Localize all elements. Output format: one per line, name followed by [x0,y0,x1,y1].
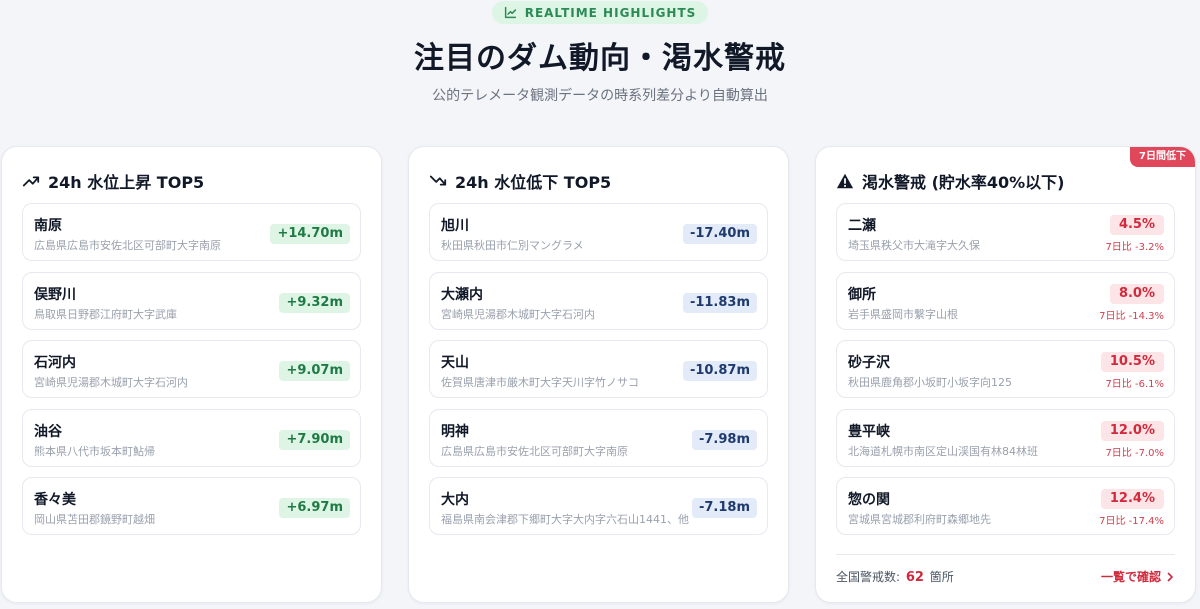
level-change-badge: -10.87m [682,361,757,381]
drought-item[interactable]: 砂子沢 秋田県鹿角郡小坂町小坂字向125 10.5% 7日比 -6.1% [836,340,1175,398]
dam-name: 南原 [34,218,62,234]
rise-item[interactable]: 南原 広島県広島市安佐北区可部町大字南原 +14.70m [22,203,361,261]
drought-item[interactable]: 御所 岩手県盛岡市繋字山根 8.0% 7日比 -14.3% [836,271,1175,330]
drought-footer: 全国警戒数: 62 箇所 一覧で確認 [836,554,1175,585]
level-change-badge: +9.07m [279,361,350,381]
level-change-badge: -11.83m [682,292,757,313]
level-change-badge: -7.18m [691,498,757,518]
dam-name: 大瀬内 [441,286,483,303]
view-list-label: 一覧で確認 [1100,570,1161,584]
dam-name: 俣野川 [34,286,76,303]
level-change-badge: +7.90m [279,429,350,450]
drought-item[interactable]: 惣の関 宮城県宮城郡利府町森郷地先 12.4% 7日比 -17.4% [836,477,1175,535]
trending-up-icon [22,176,40,187]
alert-count-suffix: 箇所 [929,570,954,584]
seven-day-change: 7日比 -7.0% [1105,447,1164,459]
fall-card: 24h 水位低下 TOP5 旭川 秋田県秋田市仁別マングラメ -17.40m 大… [408,146,789,603]
dam-address: 埼玉県秩父市大滝字大久保 [848,239,980,252]
dam-name: 大内 [441,492,469,508]
view-list-link[interactable]: 一覧で確認 [1101,568,1175,585]
chart-line-icon [504,6,516,19]
rise-item[interactable]: 石河内 宮崎県児湯郡木城町大字石河内 +9.07m [22,340,361,398]
dam-address: 宮崎県児湯郡木城町大字石河内 [34,376,188,389]
dam-address: 岡山県苫田郡鏡野町越畑 [34,513,155,526]
drought-card: 7日間低下 渇水警戒 (貯水率40%以下) 二瀬 埼玉県秩父市大滝字大久保 4.… [815,146,1196,603]
dam-name: 旭川 [441,218,469,234]
seven-day-decline-ribbon: 7日間低下 [1130,147,1195,167]
level-change-badge: +9.32m [279,292,350,313]
warning-icon [836,173,854,189]
dam-name: 明神 [441,423,469,440]
realtime-badge: REALTIME HIGHLIGHTS [491,1,709,24]
rise-card-title: 24h 水位上昇 TOP5 [48,173,205,192]
level-change-badge: +6.97m [279,498,350,518]
seven-day-change: 7日比 -14.3% [1099,310,1164,322]
dam-address: 広島県広島市安佐北区可部町大字南原 [441,444,628,458]
storage-rate-badge: 8.0% [1109,283,1164,304]
dam-address: 宮崎県児湯郡木城町大字石河内 [441,307,595,321]
dam-name: 豊平峡 [848,423,890,440]
dam-name: 石河内 [34,355,76,371]
dam-name: 二瀬 [848,218,876,234]
page-title: 注目のダム動向・渇水警戒 [414,41,786,76]
level-change-badge: -17.40m [682,224,757,244]
dam-address: 佐賀県唐津市厳木町大字天川字竹ノサコ [441,376,639,389]
fall-item[interactable]: 天山 佐賀県唐津市厳木町大字天川字竹ノサコ -10.87m [429,340,768,398]
dam-address: 熊本県八代市坂本町鮎帰 [34,444,155,458]
alert-count-prefix: 全国警戒数: [836,570,901,584]
dam-address: 宮城県宮城郡利府町森郷地先 [848,513,991,526]
level-change-badge: -7.98m [691,429,757,450]
chevron-right-icon [1167,572,1173,581]
dam-address: 秋田県秋田市仁別マングラメ [441,239,584,252]
storage-rate-badge: 12.0% [1100,420,1164,441]
dam-address: 福島県南会津郡下郷町大字大内字六石山1441、他 [441,513,689,526]
fall-item[interactable]: 大内 福島県南会津郡下郷町大字大内字六石山1441、他 -7.18m [429,477,768,535]
drought-card-title: 渇水警戒 (貯水率40%以下) [862,173,1065,192]
dam-address: 岩手県盛岡市繋字山根 [848,307,958,321]
seven-day-change: 7日比 -17.4% [1099,516,1164,527]
dam-address: 秋田県鹿角郡小坂町小坂字向125 [848,376,1012,389]
dam-name: 天山 [441,355,469,371]
dam-address: 広島県広島市安佐北区可部町大字南原 [34,239,221,252]
page-subtitle: 公的テレメータ観測データの時系列差分より自動算出 [432,88,768,104]
page-header: REALTIME HIGHLIGHTS 注目のダム動向・渇水警戒 公的テレメータ… [0,0,1200,105]
dam-address: 鳥取県日野郡江府町大字武庫 [34,307,177,321]
seven-day-change: 7日比 -3.2% [1105,242,1164,253]
rise-card-header: 24h 水位上昇 TOP5 [22,169,204,193]
drought-card-header: 渇水警戒 (貯水率40%以下) [836,169,1065,193]
rise-item[interactable]: 油谷 熊本県八代市坂本町鮎帰 +7.90m [22,408,361,467]
alert-count-number: 62 [905,570,924,585]
fall-item[interactable]: 旭川 秋田県秋田市仁別マングラメ -17.40m [429,203,768,261]
alert-count: 全国警戒数: 62 箇所 [836,568,954,585]
dam-name: 油谷 [34,423,62,440]
dam-name: 砂子沢 [848,355,890,371]
rise-item[interactable]: 俣野川 鳥取県日野郡江府町大字武庫 +9.32m [22,271,361,330]
fall-card-header: 24h 水位低下 TOP5 [429,169,611,193]
fall-item[interactable]: 大瀬内 宮崎県児湯郡木城町大字石河内 -11.83m [429,271,768,330]
storage-rate-badge: 4.5% [1109,215,1164,235]
badge-label: REALTIME HIGHLIGHTS [524,5,697,20]
dam-name: 御所 [848,286,876,303]
fall-card-title: 24h 水位低下 TOP5 [455,173,612,192]
rise-card: 24h 水位上昇 TOP5 南原 広島県広島市安佐北区可部町大字南原 +14.7… [1,146,382,603]
dam-address: 北海道札幌市南区定山渓国有林84林班 [848,444,1038,458]
level-change-badge: +14.70m [270,224,350,244]
fall-item[interactable]: 明神 広島県広島市安佐北区可部町大字南原 -7.98m [429,408,768,467]
drought-item[interactable]: 豊平峡 北海道札幌市南区定山渓国有林84林班 12.0% 7日比 -7.0% [836,408,1175,467]
dam-name: 香々美 [34,492,76,508]
storage-rate-badge: 10.5% [1100,352,1164,372]
drought-item[interactable]: 二瀬 埼玉県秩父市大滝字大久保 4.5% 7日比 -3.2% [836,203,1175,261]
dam-name: 惣の関 [848,492,890,508]
trending-down-icon [429,175,447,186]
seven-day-change: 7日比 -6.1% [1105,379,1164,390]
rise-item[interactable]: 香々美 岡山県苫田郡鏡野町越畑 +6.97m [22,477,361,535]
storage-rate-badge: 12.4% [1100,489,1164,509]
